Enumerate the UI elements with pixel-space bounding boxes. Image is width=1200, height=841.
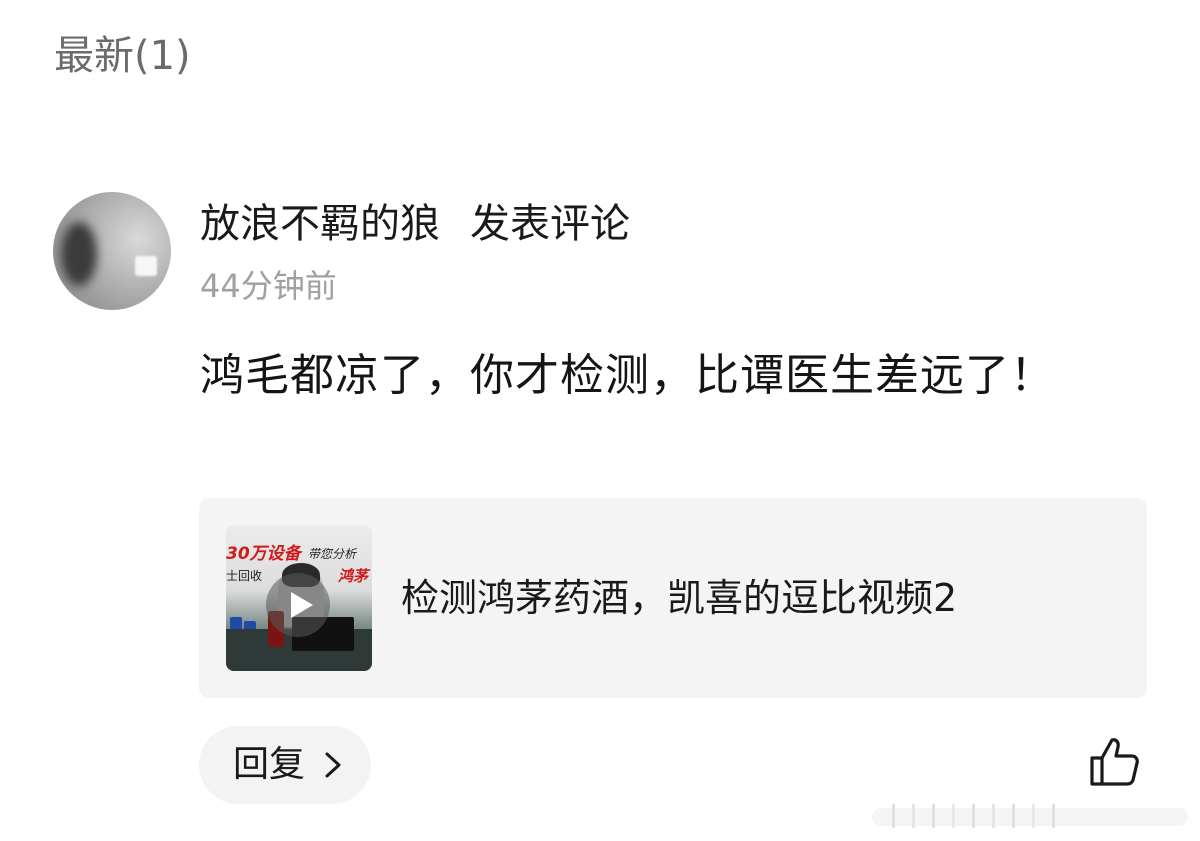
avatar-highlight <box>135 256 157 276</box>
comment-action: 发表评论 <box>470 201 630 247</box>
avatar-shadow <box>61 222 97 286</box>
thumb-text-1: 30万设备 <box>226 544 301 564</box>
watermark-decoration <box>872 804 1188 828</box>
thumb-text-4: 士回收 <box>226 569 263 583</box>
video-thumbnail[interactable]: 30万设备 带您分析 鸿茅 士回收 <box>226 525 372 671</box>
video-title[interactable]: 检测鸿茅药酒，凯喜的逗比视频2 <box>401 572 957 624</box>
comment-text: 鸿毛都凉了，你才检测，比谭医生差远了！ <box>200 350 1055 401</box>
play-icon[interactable] <box>266 573 330 637</box>
avatar[interactable] <box>53 192 171 310</box>
reply-button[interactable]: 回复 <box>199 726 371 804</box>
section-title: 最新(1) <box>54 33 191 79</box>
author-name[interactable]: 放浪不羁的狼 <box>200 201 440 247</box>
comment-timestamp: 44分钟前 <box>200 267 337 305</box>
thumbs-up-icon[interactable] <box>1086 734 1142 790</box>
chevron-right-icon <box>325 752 341 778</box>
reply-label: 回复 <box>233 744 306 785</box>
video-card[interactable]: 30万设备 带您分析 鸿茅 士回收 检测鸿茅药酒，凯喜的逗比视频2 <box>199 498 1147 698</box>
author-line: 放浪不羁的狼 发表评论 <box>200 198 630 250</box>
thumb-text-3: 鸿茅 <box>338 567 369 585</box>
thumb-text-2: 带您分析 <box>308 547 357 561</box>
